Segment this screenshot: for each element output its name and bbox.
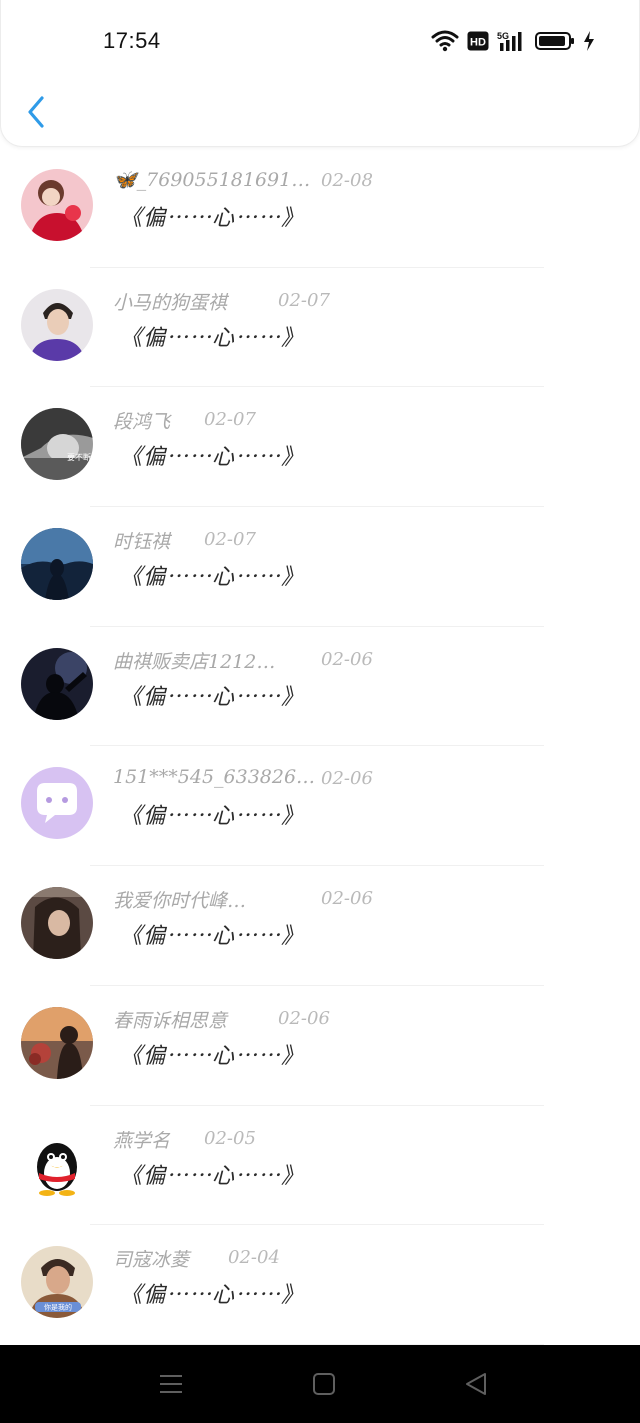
message-date: 02-04 xyxy=(228,1247,280,1269)
list-item[interactable]: 你是我的 司寇冰菱 02-04 《偏⋯⋯心⋯⋯》 xyxy=(0,1225,640,1345)
back-nav-button[interactable] xyxy=(462,1369,492,1399)
hd-icon: HD xyxy=(467,31,489,51)
avatar xyxy=(21,288,93,361)
avatar: 要不断 xyxy=(21,408,93,481)
back-button[interactable] xyxy=(23,92,53,132)
contact-name: 春雨诉相思意 xyxy=(113,1009,228,1032)
contact-name: 151***545_633826… xyxy=(113,766,316,789)
avatar xyxy=(21,1126,93,1199)
avatar xyxy=(21,767,93,840)
message-date: 02-07 xyxy=(278,289,330,311)
top-header: 17:54 HD 5G xyxy=(0,0,640,147)
list-item[interactable]: 要不断 段鸿飞 02-07 《偏⋯⋯心⋯⋯》 xyxy=(0,387,640,508)
battery-icon xyxy=(535,32,574,50)
message-preview: 《偏⋯⋯心⋯⋯》 xyxy=(120,445,305,471)
avatar xyxy=(21,169,93,241)
contact-name: 我爱你时代峰… xyxy=(113,890,247,913)
navigation-bar xyxy=(0,1345,640,1423)
message-date: 02-06 xyxy=(278,1007,330,1029)
list-item[interactable]: 燕学名 02-05 《偏⋯⋯心⋯⋯》 xyxy=(0,1106,640,1226)
message-date: 02-06 xyxy=(321,648,373,670)
message-preview: 《偏⋯⋯心⋯⋯》 xyxy=(120,1043,305,1069)
message-date: 02-05 xyxy=(204,1127,256,1149)
list-item[interactable]: 时钰祺 02-07 《偏⋯⋯心⋯⋯》 xyxy=(0,507,640,627)
message-preview: 《偏⋯⋯心⋯⋯》 xyxy=(120,1163,305,1189)
message-date: 02-06 xyxy=(321,888,373,910)
message-preview: 《偏⋯⋯心⋯⋯》 xyxy=(120,804,305,830)
list-item[interactable]: 曲祺贩卖店1212… 02-06 《偏⋯⋯心⋯⋯》 xyxy=(0,627,640,747)
svg-text:HD: HD xyxy=(470,37,486,49)
message-preview: 《偏⋯⋯心⋯⋯》 xyxy=(120,924,305,950)
message-preview: 《偏⋯⋯心⋯⋯》 xyxy=(120,206,305,231)
avatar xyxy=(21,1006,93,1079)
contact-name: 时钰祺 xyxy=(113,531,171,554)
avatar xyxy=(21,528,93,601)
charging-icon xyxy=(584,31,594,51)
list-item[interactable]: 小马的狗蛋祺 02-07 《偏⋯⋯心⋯⋯》 xyxy=(0,268,640,388)
message-preview: 《偏⋯⋯心⋯⋯》 xyxy=(120,1283,305,1309)
svg-text:你是我的: 你是我的 xyxy=(44,1303,72,1312)
signal-5g-icon: 5G xyxy=(497,31,522,51)
chevron-left-icon xyxy=(28,96,44,128)
contact-name: 小马的狗蛋祺 xyxy=(113,291,228,314)
svg-text:要不断: 要不断 xyxy=(67,452,91,462)
avatar xyxy=(21,647,93,720)
status-icons: HD 5G xyxy=(431,28,595,54)
list-item[interactable]: 春雨诉相思意 02-06 《偏⋯⋯心⋯⋯》 xyxy=(0,986,640,1106)
list-item[interactable]: 🦋_769055181691… 02-08 《偏⋯⋯心⋯⋯》 xyxy=(0,148,640,268)
avatar: 你是我的 xyxy=(21,1246,93,1319)
menu-icon xyxy=(160,1375,182,1393)
list-item[interactable]: 我爱你时代峰… 02-06 《偏⋯⋯心⋯⋯》 xyxy=(0,866,640,986)
wifi-icon xyxy=(431,30,459,52)
list-item[interactable]: 151***545_633826… 02-06 《偏⋯⋯心⋯⋯》 xyxy=(0,746,640,867)
contact-name: 🦋_769055181691… xyxy=(113,169,311,191)
message-date: 02-07 xyxy=(204,409,256,431)
message-date: 02-06 xyxy=(321,768,373,790)
menu-button[interactable] xyxy=(157,1369,187,1399)
status-time: 17:54 xyxy=(103,28,161,53)
contact-name: 燕学名 xyxy=(113,1129,171,1152)
message-date: 02-08 xyxy=(321,170,373,191)
contact-name: 曲祺贩卖店1212… xyxy=(113,650,276,673)
message-preview: 《偏⋯⋯心⋯⋯》 xyxy=(120,325,305,351)
message-preview: 《偏⋯⋯心⋯⋯》 xyxy=(120,684,305,710)
contact-name: 司寇冰菱 xyxy=(113,1249,190,1272)
contact-name: 段鸿飞 xyxy=(113,411,171,434)
home-square-icon xyxy=(313,1373,335,1395)
avatar xyxy=(21,887,93,960)
message-date: 02-07 xyxy=(204,529,256,551)
message-list: 🦋_769055181691… 02-08 《偏⋯⋯心⋯⋯》 小马的狗蛋祺 02… xyxy=(0,148,640,1345)
home-button[interactable] xyxy=(310,1369,340,1399)
message-preview: 《偏⋯⋯心⋯⋯》 xyxy=(120,565,305,591)
svg-text:5G: 5G xyxy=(497,31,509,41)
back-triangle-icon xyxy=(466,1373,486,1395)
